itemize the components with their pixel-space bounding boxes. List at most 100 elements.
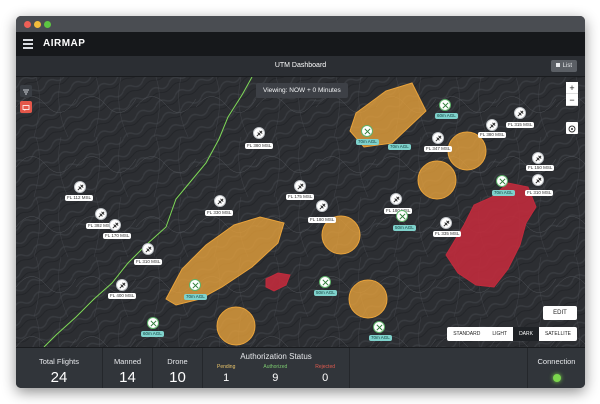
- aircraft-marker[interactable]: [316, 200, 328, 212]
- aircraft-marker[interactable]: [532, 174, 544, 186]
- restricted-zone-orange: [216, 306, 256, 346]
- authorized-value: 9: [272, 372, 279, 384]
- airplane-icon: [443, 220, 450, 227]
- drone-marker[interactable]: [373, 321, 385, 333]
- pending-label: Pending: [217, 364, 236, 370]
- pending-value: 1: [223, 372, 230, 384]
- aircraft-marker[interactable]: [95, 208, 107, 220]
- app-header: AIRMAP: [16, 32, 585, 56]
- airplane-icon: [393, 196, 400, 203]
- manned-value: 14: [119, 369, 136, 386]
- drone-label: 60m AGL: [141, 331, 164, 337]
- hamburger-menu-icon[interactable]: [23, 39, 33, 49]
- zoom-out-button[interactable]: −: [566, 94, 578, 106]
- aircraft-marker[interactable]: [253, 127, 265, 139]
- restricted-zone-orange: [348, 279, 388, 319]
- airplane-icon: [535, 177, 542, 184]
- manned-label: Manned: [113, 357, 142, 366]
- stats-footer: Total Flights 24 Manned 14 Drone 10 Auth…: [16, 347, 585, 388]
- drone-marker[interactable]: [147, 317, 159, 329]
- drone-label: 50m AGL: [393, 225, 416, 231]
- airplane-icon: [77, 184, 84, 191]
- airplane-icon: [256, 130, 263, 137]
- brand-logo: AIRMAP: [43, 38, 86, 49]
- airplane-icon: [517, 110, 524, 117]
- aircraft-marker[interactable]: [142, 243, 154, 255]
- authorization-title: Authorization Status: [240, 352, 312, 361]
- drone-label: 70m AGL: [388, 144, 411, 150]
- drone-label: 60m AGL: [435, 113, 458, 119]
- drone-label: 70m AGL: [369, 335, 392, 341]
- drone-label: 50m AGL: [314, 290, 337, 296]
- message-button[interactable]: [20, 101, 32, 113]
- total-flights-stat: Total Flights 24: [16, 348, 103, 388]
- filter-button[interactable]: [20, 85, 32, 97]
- aircraft-marker[interactable]: [486, 119, 498, 131]
- drone-icon: [376, 324, 383, 331]
- list-button-label: List: [562, 63, 572, 69]
- drone-marker[interactable]: [396, 210, 408, 222]
- airplane-icon: [319, 203, 326, 210]
- time-window-indicator[interactable]: Viewing: NOW + 0 Minutes: [256, 83, 348, 98]
- airplane-icon: [435, 135, 442, 142]
- close-window-button[interactable]: [24, 21, 31, 28]
- aircraft-marker[interactable]: [109, 219, 121, 231]
- locate-button[interactable]: [566, 122, 578, 134]
- flight-label: FL 400 MSL: [108, 293, 137, 299]
- filter-icon: [23, 89, 29, 95]
- restricted-zone-orange: [417, 160, 457, 200]
- edit-button[interactable]: EDIT: [543, 306, 577, 320]
- aircraft-marker[interactable]: [532, 152, 544, 164]
- basemap-dark[interactable]: DARK: [513, 327, 539, 341]
- minimize-window-button[interactable]: [34, 21, 41, 28]
- zoom-in-button[interactable]: +: [566, 82, 578, 94]
- connection-indicator: [552, 374, 561, 382]
- flight-label: FL 170 MSL: [103, 233, 132, 239]
- page-title: UTM Dashboard: [274, 62, 327, 69]
- drone-marker[interactable]: [189, 279, 201, 291]
- drone-marker[interactable]: [439, 99, 451, 111]
- drone-label: 70m AGL: [356, 139, 379, 145]
- rejected-label: Rejected: [315, 364, 335, 370]
- basemap-satellite[interactable]: SATELLITE: [539, 327, 577, 341]
- maximize-window-button[interactable]: [44, 21, 51, 28]
- flight-label: FL 175 MSL: [286, 194, 315, 200]
- basemap-light[interactable]: LIGHT: [486, 327, 513, 341]
- airplane-icon: [112, 222, 119, 229]
- aircraft-marker[interactable]: [294, 180, 306, 192]
- flight-label: FL 380 MSL: [478, 132, 507, 138]
- drone-icon: [192, 282, 199, 289]
- drone-icon: [399, 213, 406, 220]
- aircraft-marker[interactable]: [440, 217, 452, 229]
- aircraft-marker[interactable]: [514, 107, 526, 119]
- dashboard-header: UTM Dashboard List: [16, 56, 585, 77]
- drone-marker[interactable]: [361, 125, 373, 137]
- aircraft-marker[interactable]: [432, 132, 444, 144]
- drone-icon: [150, 320, 157, 327]
- manned-stat: Manned 14: [103, 348, 153, 388]
- drone-label: 70m AGL: [492, 190, 515, 196]
- airplane-icon: [98, 211, 105, 218]
- airplane-icon: [489, 122, 496, 129]
- flight-label: FL 310 MSL: [525, 190, 554, 196]
- drone-stat: Drone 10: [153, 348, 203, 388]
- aircraft-marker[interactable]: [390, 193, 402, 205]
- list-view-button[interactable]: List: [550, 60, 577, 72]
- chat-icon: [22, 105, 30, 111]
- window-titlebar: [16, 16, 585, 32]
- drone-icon: [499, 178, 506, 185]
- aircraft-marker[interactable]: [214, 195, 226, 207]
- drone-value: 10: [169, 369, 186, 386]
- basemap-standard[interactable]: STANDARD: [447, 327, 486, 341]
- aircraft-marker[interactable]: [116, 279, 128, 291]
- total-flights-value: 24: [50, 369, 68, 386]
- aircraft-marker[interactable]: [74, 181, 86, 193]
- zoom-controls: + −: [566, 82, 578, 106]
- crosshair-icon: [568, 125, 576, 133]
- drone-marker[interactable]: [319, 276, 331, 288]
- drone-marker[interactable]: [496, 175, 508, 187]
- authorized-label: Authorized: [263, 364, 288, 370]
- flight-label: FL 150 MSL: [526, 165, 555, 171]
- airspace-map[interactable]: Viewing: NOW + 0 Minutes + − FL 380 MSL …: [16, 77, 585, 347]
- drone-icon: [442, 102, 449, 109]
